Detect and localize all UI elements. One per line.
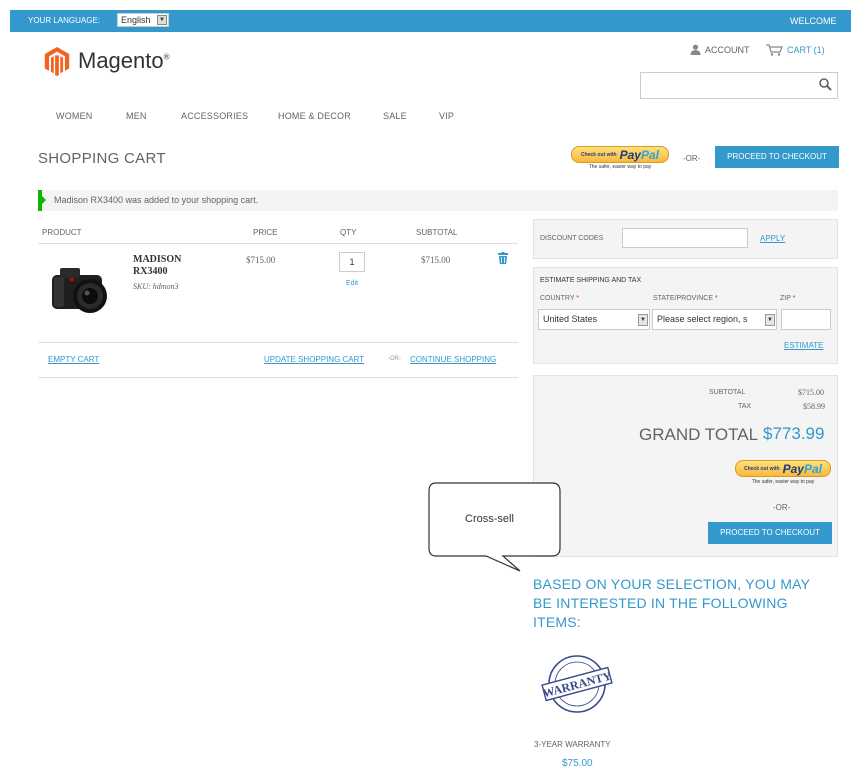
cart-label: CART (1) [787, 45, 825, 55]
search-input[interactable] [640, 72, 838, 99]
column-price: PRICE [253, 228, 278, 237]
product-price: $715.00 [246, 255, 276, 265]
paypal-checkout-button[interactable]: Check out with PayPal [735, 460, 831, 477]
crosssell-title: BASED ON YOUR SELECTION, YOU MAY BE INTE… [533, 576, 810, 630]
paypal-checkout-button[interactable]: Check out with PayPal [571, 146, 669, 163]
logo-text: Magento® [78, 48, 170, 73]
product-subtotal: $715.00 [421, 255, 451, 265]
estimate-link[interactable]: ESTIMATE [784, 341, 823, 350]
zip-input[interactable] [781, 309, 831, 330]
nav-accessories[interactable]: ACCESSORIES [181, 111, 248, 121]
cart-icon [766, 44, 783, 56]
callout-bubble [428, 482, 561, 572]
success-message: Madison RX3400 was added to your shoppin… [38, 190, 838, 211]
grand-total-label: GRAND TOTAL [639, 425, 759, 444]
paypal-logo: PayPal [619, 147, 659, 162]
product-image[interactable] [50, 263, 114, 315]
logo[interactable]: Magento® [42, 46, 170, 76]
country-label: COUNTRY * [540, 295, 580, 302]
country-select[interactable]: United States ▼ [538, 309, 650, 330]
chevron-down-icon: ▼ [765, 314, 775, 326]
cart-link[interactable]: CART (1) [766, 44, 825, 56]
empty-cart-link[interactable]: EMPTY CART [48, 355, 99, 364]
paypal-tagline: The safer, easier way to pay [588, 164, 652, 170]
proceed-to-checkout-button[interactable]: PROCEED TO CHECKOUT [715, 146, 839, 168]
paypal-logo: PayPal [782, 461, 822, 476]
nav-women[interactable]: WOMEN [56, 111, 93, 121]
edit-link[interactable]: Edit [346, 280, 358, 287]
product-name[interactable]: MADISON RX3400 [133, 254, 203, 278]
nav-sale[interactable]: SALE [383, 111, 407, 121]
nav-men[interactable]: MEN [126, 111, 147, 121]
country-select-value: United States [543, 314, 598, 324]
state-select-value: Please select region, s [657, 314, 748, 324]
language-label: YOUR LANGUAGE: [28, 16, 101, 25]
chevron-down-icon: ▼ [638, 314, 648, 326]
or-separator: -OR- [683, 154, 701, 163]
warranty-product-price: $75.00 [562, 758, 593, 769]
discount-label: DISCOUNT CODES [540, 235, 604, 242]
state-select[interactable]: Please select region, s ▼ [652, 309, 777, 330]
account-link[interactable]: ACCOUNT [690, 44, 750, 55]
continue-shopping-link[interactable]: CONTINUE SHOPPING [410, 355, 496, 364]
product-sku: SKU: hdmon3 [133, 282, 179, 291]
divider [38, 377, 518, 378]
subtotal-label: SUBTOTAL [709, 389, 746, 396]
discount-code-input[interactable] [622, 228, 748, 248]
callout-text: Cross-sell [465, 513, 514, 525]
nav-home-decor[interactable]: HOME & DECOR [278, 111, 351, 121]
or-separator-small: -OR- [388, 356, 401, 362]
warranty-image[interactable]: WARRANTY [540, 652, 614, 716]
language-select-value: English [121, 15, 151, 25]
page-title: SHOPPING CART [38, 150, 166, 167]
account-label: ACCOUNT [705, 44, 750, 55]
magento-logo-icon [44, 46, 70, 76]
divider [38, 243, 518, 244]
subtotal-value: $715.00 [798, 388, 824, 397]
grand-total-value: $773.99 [763, 424, 825, 443]
paypal-small-text: Check out with [744, 465, 780, 472]
divider [38, 342, 518, 343]
column-qty: QTY [340, 228, 357, 237]
tax-label: TAX [738, 403, 752, 410]
search-icon[interactable] [819, 78, 832, 91]
column-subtotal: SUBTOTAL [416, 228, 458, 237]
paypal-small-text: Check out with [581, 151, 617, 158]
nav-vip[interactable]: VIP [439, 111, 454, 121]
apply-link[interactable]: APPLY [760, 234, 785, 243]
language-select[interactable]: English ▼ [117, 13, 169, 27]
paypal-tagline: The safer, easier way to pay [751, 479, 815, 485]
shipping-title: ESTIMATE SHIPPING AND TAX [540, 277, 642, 284]
proceed-to-checkout-button[interactable]: PROCEED TO CHECKOUT [708, 522, 832, 544]
column-product: PRODUCT [42, 228, 82, 237]
state-label: STATE/PROVINCE * [653, 295, 718, 302]
user-icon [690, 44, 701, 55]
or-separator: -OR- [773, 503, 791, 512]
quantity-input[interactable]: 1 [339, 252, 365, 272]
chevron-down-icon: ▼ [157, 15, 167, 25]
warranty-product-name[interactable]: 3-YEAR WARRANTY [534, 740, 611, 749]
trash-icon[interactable] [498, 252, 508, 264]
zip-label: ZIP * [780, 295, 796, 302]
welcome-text: WELCOME [790, 16, 837, 26]
tax-value: $58.99 [803, 402, 825, 411]
update-cart-link[interactable]: UPDATE SHOPPING CART [264, 355, 364, 364]
